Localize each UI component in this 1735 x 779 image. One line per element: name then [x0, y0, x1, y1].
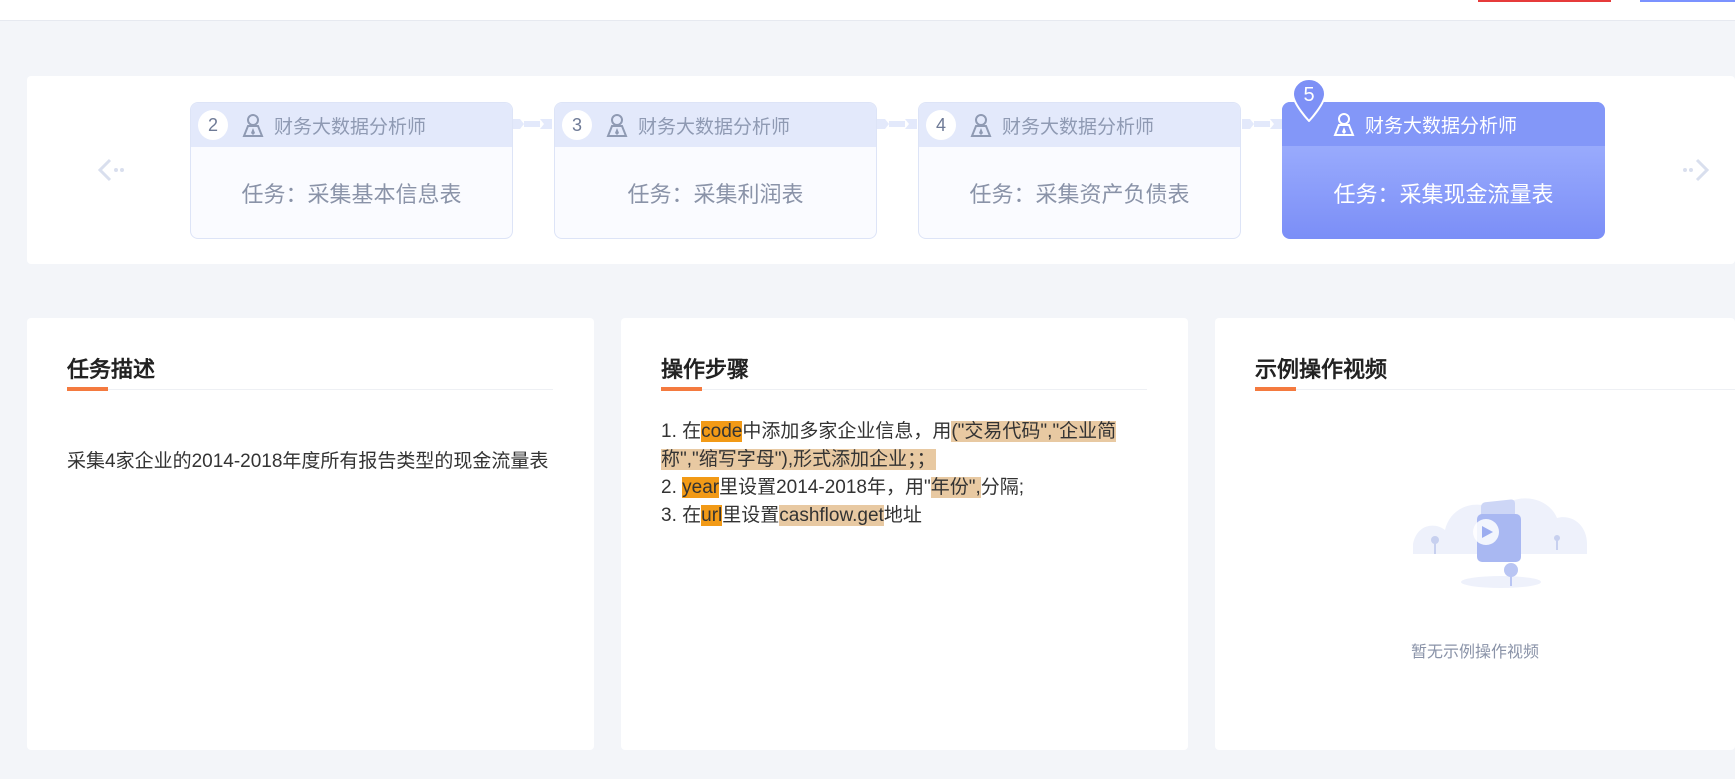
step-connector — [512, 119, 552, 129]
step-task: 任务：采集现金流量表 — [1333, 181, 1554, 207]
step-number: 4 — [926, 110, 956, 140]
step-connector — [1242, 119, 1282, 129]
current-step-number: 5 — [1303, 84, 1315, 106]
person-icon — [1333, 113, 1355, 136]
step-card-3[interactable]: 3 财务大数据分析师 任务：采集利润表 — [554, 102, 877, 239]
step-card-2[interactable]: 2 财务大数据分析师 任务：采集基本信息表 — [190, 102, 513, 239]
operation-steps-card: 操作步骤 1. 在code中添加多家企业信息，用("交易代码","企业简称","… — [621, 318, 1188, 750]
step-card-header: 4 财务大数据分析师 — [919, 103, 1240, 147]
highlight-year-format: 年份", — [930, 477, 981, 498]
highlight-cashflow: cashflow.get — [779, 505, 884, 526]
step-card-5[interactable]: 财务大数据分析师 任务：采集现金流量表 — [1282, 102, 1605, 239]
step-number: 2 — [198, 110, 228, 140]
step-role: 财务大数据分析师 — [1365, 115, 1518, 137]
person-icon — [970, 114, 992, 137]
highlight-url: url — [701, 505, 723, 526]
step-card-header: 3 财务大数据分析师 — [555, 103, 876, 147]
highlight-code: code — [701, 421, 743, 442]
operation-steps-list: 1. 在code中添加多家企业信息，用("交易代码","企业简称","缩写字母"… — [661, 418, 1131, 530]
step-card-4[interactable]: 4 财务大数据分析师 任务：采集资产负债表 — [918, 102, 1241, 239]
top-bar-blue-accent[interactable] — [1640, 0, 1735, 2]
step-card-header: 2 财务大数据分析师 — [191, 103, 512, 147]
title-underline — [661, 387, 1147, 391]
person-icon — [242, 114, 264, 137]
step-task: 任务：采集基本信息表 — [241, 181, 462, 207]
card-title: 示例操作视频 — [1255, 357, 1388, 382]
top-bar-red-accent[interactable] — [1478, 0, 1611, 2]
empty-video-text: 暂无示例操作视频 — [1410, 644, 1539, 661]
step-role: 财务大数据分析师 — [638, 116, 791, 138]
title-underline — [67, 387, 553, 391]
step-role: 财务大数据分析师 — [274, 116, 427, 138]
task-description-card: 任务描述 采集4家企业的2014-2018年度所有报告类型的现金流量表 — [27, 318, 594, 750]
step-role: 财务大数据分析师 — [1002, 116, 1155, 138]
highlight-year: year — [682, 477, 720, 498]
step-task: 任务：采集资产负债表 — [969, 181, 1190, 207]
example-video-card: 示例操作视频 暂无示例操作视频 — [1215, 318, 1735, 750]
step-connector — [877, 119, 917, 129]
task-description-text: 采集4家企业的2014-2018年度所有报告类型的现金流量表 — [67, 451, 549, 472]
card-title: 操作步骤 — [661, 357, 750, 382]
card-title: 任务描述 — [67, 357, 156, 382]
operation-step-2: 2. year里设置2014-2018年，用"年份",分隔; — [661, 477, 1025, 498]
step-card-header: 财务大数据分析师 — [1282, 102, 1605, 146]
empty-video-illustration-icon — [1413, 498, 1587, 588]
top-bar — [0, 0, 1735, 21]
next-arrow-icon[interactable] — [1683, 150, 1713, 190]
step-number: 3 — [562, 110, 592, 140]
operation-step-1: 1. 在code中添加多家企业信息，用("交易代码","企业简称","缩写字母"… — [661, 421, 1117, 470]
person-icon — [606, 114, 628, 137]
prev-arrow-icon[interactable] — [94, 150, 124, 190]
step-task: 任务：采集利润表 — [627, 181, 804, 207]
title-underline — [1255, 387, 1735, 391]
operation-step-3: 3. 在url里设置cashflow.get地址 — [661, 505, 922, 526]
